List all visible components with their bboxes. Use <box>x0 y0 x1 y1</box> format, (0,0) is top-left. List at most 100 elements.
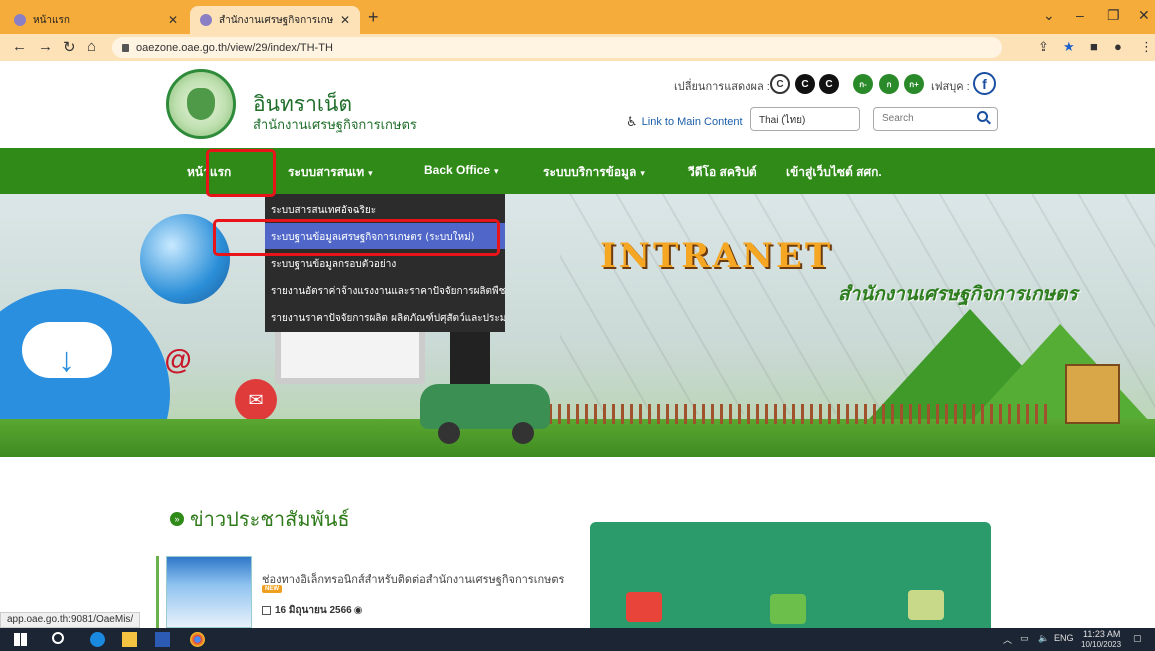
nav-item-video[interactable]: วีดีโอ สคริปต์ <box>688 163 757 182</box>
reload-icon[interactable]: ↻ <box>63 38 76 56</box>
search-icon[interactable] <box>52 632 64 644</box>
tab-label: สำนักงานเศรษฐกิจการเกษตร <box>219 14 334 26</box>
wheel-icon <box>438 422 460 444</box>
at-sign-icon: @ <box>164 344 192 375</box>
nav-item-oae-website[interactable]: เข้าสู่เว็บไซต์ สศก. <box>786 163 882 182</box>
contrast-high-button[interactable]: C <box>819 74 839 94</box>
back-icon[interactable]: ← <box>12 38 27 55</box>
forward-icon[interactable]: → <box>38 38 53 55</box>
lock-icon <box>122 43 129 52</box>
bookmark-star-icon[interactable]: ★ <box>1063 39 1075 55</box>
file-explorer-icon[interactable] <box>122 632 137 647</box>
caret-down-icon: ▾ <box>494 166 499 176</box>
accessibility-icon: ♿ <box>626 114 638 129</box>
news-heading: » ข่าวประชาสัมพันธ์ <box>170 503 350 535</box>
news-date-text: 16 มิถุนายน 2566 <box>275 605 352 616</box>
new-badge: NEW <box>262 585 282 593</box>
double-chevron-icon: » <box>170 512 184 526</box>
nav-item-data-services[interactable]: ระบบบริการข้อมูล ▾ <box>543 163 645 182</box>
mail-icon: ✉ <box>235 379 277 421</box>
intranet-banner: ↓ @ ✉ INTRANET สำนักงานเศรษฐกิจการเกษตร <box>0 194 1155 457</box>
status-bar-url: app.oae.go.th:9081/OaeMis/ <box>0 612 141 628</box>
news-accent-bar <box>156 556 159 628</box>
grass-strip <box>0 419 1155 457</box>
network-icon[interactable]: ▭ <box>1020 633 1029 644</box>
new-tab-icon[interactable]: + <box>368 7 379 28</box>
banner-subtitle: สำนักงานเศรษฐกิจการเกษตร <box>838 283 1078 305</box>
banner-title: INTRANET <box>600 236 834 276</box>
clock-time[interactable]: 11:23 AM <box>1083 629 1120 639</box>
annotation-box-nav <box>206 149 276 197</box>
house-illustration <box>1065 364 1120 424</box>
nav-item-back-office[interactable]: Back Office ▾ <box>424 163 499 177</box>
font-increase-button[interactable]: ก+ <box>904 74 924 94</box>
news-item-date: 16 มิถุนายน 2566 ◉ <box>262 603 362 618</box>
display-mode-label: เปลี่ยนการแสดงผล : <box>674 81 770 93</box>
wheel-icon <box>512 422 534 444</box>
main-navbar: หน้าแรก ระบบสารสนเท ▾ Back Office ▾ ระบบบร… <box>0 148 1155 194</box>
news-thumbnail[interactable] <box>166 556 252 628</box>
restore-icon[interactable]: ❐ <box>1107 7 1120 24</box>
minimize-icon[interactable]: – <box>1076 7 1084 23</box>
notification-icon[interactable]: ▢ <box>1133 633 1142 644</box>
services-panel <box>590 522 991 632</box>
dropdown-item-labor-wage-report[interactable]: รายงานอัตราค่าจ้างแรงงานและราคาปัจจัยการ… <box>265 277 505 303</box>
annotation-box-dropdown-item <box>213 219 500 256</box>
caret-down-icon: ▾ <box>368 168 373 178</box>
nav-item-label: วีดีโอ สคริปต์ <box>688 165 757 179</box>
news-item-title[interactable]: ช่องทางอิเล็กทรอนิกส์สำหรับติดต่อสำนักงา… <box>262 570 564 588</box>
window-close-icon[interactable]: ✕ <box>1138 7 1150 24</box>
facebook-icon[interactable]: f <box>973 72 996 95</box>
font-decrease-button[interactable]: ก- <box>853 74 873 94</box>
profile-avatar-icon[interactable]: ● <box>1114 39 1122 54</box>
download-arrow-icon: ↓ <box>58 341 75 379</box>
contrast-normal-button[interactable]: C <box>770 74 790 94</box>
money-service-icon[interactable] <box>908 590 944 620</box>
calendar-icon <box>262 606 271 615</box>
close-tab-icon[interactable]: ✕ <box>168 13 178 27</box>
car-illustration <box>420 384 550 429</box>
font-normal-button[interactable]: ก <box>879 74 899 94</box>
payment-service-icon[interactable] <box>770 594 806 624</box>
share-icon[interactable]: ⇪ <box>1038 39 1049 55</box>
language-indicator[interactable]: ENG <box>1054 633 1074 643</box>
tray-chevron-icon[interactable]: ︿ <box>1003 633 1012 646</box>
oae-seal-logo[interactable] <box>166 69 236 139</box>
email-service-icon[interactable] <box>626 592 662 622</box>
search-icon[interactable] <box>977 111 988 122</box>
windows-start-icon[interactable] <box>14 633 27 646</box>
tab-label: หน้าแรก <box>33 14 70 26</box>
nav-item-label: ระบบสารสนเท <box>288 165 365 179</box>
site-favicon-icon <box>200 14 212 26</box>
dropdown-item-livestock-price-report[interactable]: รายงานราคาปัจจัยการผลิต ผลิตภัณฑ์ปศุสัตว… <box>265 304 505 330</box>
nav-item-information-systems[interactable]: ระบบสารสนเท ▾ <box>288 163 373 182</box>
tab-home[interactable]: หน้าแรก ✕ <box>4 6 188 34</box>
close-tab-icon[interactable]: ✕ <box>340 13 350 27</box>
edge-icon[interactable] <box>90 632 105 647</box>
eye-icon: ◉ <box>353 605 363 616</box>
windows-taskbar: ︿ ▭ 🔈 ENG 11:23 AM 10/10/2023 ▢ <box>0 628 1155 651</box>
site-subtitle: สำนักงานเศรษฐกิจการเกษตร <box>253 118 417 133</box>
nav-item-label: ระบบบริการข้อมูล <box>543 165 637 179</box>
word-icon[interactable] <box>155 632 170 647</box>
main-content-link[interactable]: ♿ Link to Main Content <box>626 114 743 130</box>
clock-date[interactable]: 10/10/2023 <box>1081 640 1121 649</box>
url-field[interactable]: oaezone.oae.go.th/view/29/index/TH-TH <box>112 37 1002 58</box>
side-panel-icon[interactable]: ■ <box>1090 39 1098 54</box>
fence-illustration <box>540 404 1050 424</box>
nav-item-label: เข้าสู่เว็บไซต์ สศก. <box>786 165 882 179</box>
chrome-icon[interactable] <box>190 632 205 647</box>
caret-down-icon: ▾ <box>640 168 645 178</box>
tab-oae[interactable]: สำนักงานเศรษฐกิจการเกษตร ✕ <box>190 6 360 34</box>
home-icon[interactable]: ⌂ <box>87 38 96 55</box>
language-select[interactable]: Thai (ไทย) <box>750 107 860 131</box>
url-text: oaezone.oae.go.th/view/29/index/TH-TH <box>136 41 333 54</box>
tab-search-chevron-icon[interactable]: ⌄ <box>1043 7 1055 24</box>
volume-icon[interactable]: 🔈 <box>1038 633 1049 644</box>
information-systems-dropdown: ระบบสารสนเทศอัจฉริยะ ระบบฐานข้อมูลเศรษฐก… <box>265 194 505 332</box>
news-heading-label: ข่าวประชาสัมพันธ์ <box>190 507 350 531</box>
nav-item-label: Back Office <box>424 163 491 177</box>
menu-kebab-icon[interactable]: ⋮ <box>1140 39 1153 55</box>
address-toolbar: ← → ↻ ⌂ oaezone.oae.go.th/view/29/index/… <box>0 34 1155 61</box>
contrast-dark-button[interactable]: C <box>795 74 815 94</box>
